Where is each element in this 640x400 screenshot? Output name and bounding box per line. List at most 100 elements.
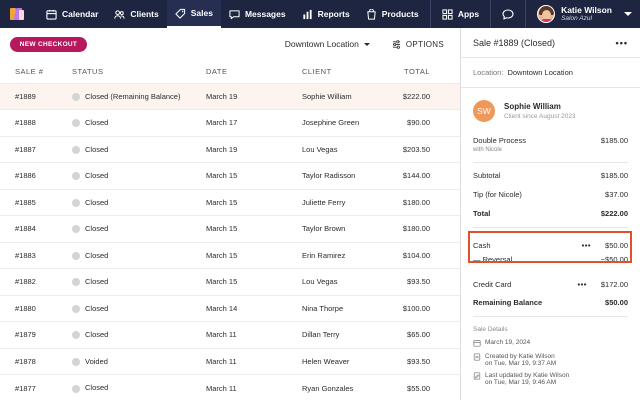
detail-updated-row: Last updated by Katie Wilson on Tue, Mar… [461, 372, 640, 386]
cell-client: Josephine Green [302, 109, 390, 136]
cell-sale: #1882 [0, 268, 72, 295]
cell-client: Lou Vegas [302, 135, 390, 163]
cell-status: Closed [72, 162, 206, 189]
cell-sale: #1877 [0, 374, 72, 400]
cell-sale: #1883 [0, 241, 72, 269]
location-value: Downtown Location [507, 68, 573, 77]
client-avatar: SW [473, 100, 495, 122]
table-row[interactable]: #1879 Closed March 11 Dillan Terry $65.0… [0, 321, 460, 348]
table-row[interactable]: #1878 Voided March 11 Helen Weaver $93.5… [0, 347, 460, 375]
cell-date: March 15 [206, 268, 302, 295]
nav-products[interactable]: Products [358, 0, 427, 28]
cell-date: March 11 [206, 321, 302, 348]
cell-total: $93.50 [390, 347, 460, 375]
service-name: Double Process [473, 136, 526, 145]
updated-icon [473, 372, 481, 380]
total-amount: $222.00 [600, 209, 628, 218]
created-on: on Tue, Mar 19, 9:37 AM [485, 360, 557, 367]
logo-icon[interactable] [10, 7, 24, 21]
status-dot-icon [72, 251, 80, 260]
sale-details-title: Sale Details [473, 326, 508, 333]
cell-total: $203.50 [390, 135, 460, 163]
cell-sale: #1887 [0, 135, 72, 163]
cell-total: $144.00 [390, 162, 460, 189]
client-since: Client since August 2023 [504, 113, 576, 120]
status-dot-icon [72, 92, 80, 101]
user-menu[interactable]: Katie Wilson Salon Azul [526, 5, 640, 23]
detail-created-row: Created by Katie Wilson on Tue, Mar 19, … [461, 353, 640, 367]
new-checkout-button[interactable]: NEW CHECKOUT [10, 36, 87, 52]
cell-status: Closed [72, 188, 206, 216]
cell-status: Closed [72, 215, 206, 242]
user-name: Katie Wilson [561, 5, 612, 15]
table-row[interactable]: #1877 Closed March 11 Ryan Gonzales $55.… [0, 374, 460, 400]
status-text: Closed [85, 250, 109, 260]
chat-bubble-icon [502, 8, 514, 20]
status-text: Closed [85, 224, 109, 234]
col-total[interactable]: TOTAL [390, 60, 460, 83]
status-text: Closed [85, 144, 109, 154]
client-card[interactable]: SW Sophie William Client since August 20… [461, 92, 640, 130]
calendar-icon [46, 9, 57, 20]
nav-reports-label: Reports [317, 9, 350, 19]
nav-calendar[interactable]: Calendar [38, 0, 106, 28]
cell-date: March 11 [206, 374, 302, 400]
service-staff: with Nicole [473, 147, 503, 153]
table-row[interactable]: #1885 Closed March 15 Juliette Ferry $18… [0, 188, 460, 216]
cell-status: Closed [72, 241, 206, 269]
card-more-icon[interactable]: ••• [577, 280, 586, 289]
table-row[interactable]: #1887 Closed March 19 Lou Vegas $203.50 [0, 135, 460, 163]
cell-total: $180.00 [390, 215, 460, 242]
col-sale[interactable]: SALE # [0, 60, 72, 83]
status-dot-icon [72, 145, 80, 154]
status-dot-icon [72, 119, 80, 128]
more-options-icon[interactable]: ••• [616, 38, 628, 48]
cell-date: March 11 [206, 347, 302, 375]
cell-status: Closed [72, 374, 206, 400]
remaining-label: Remaining Balance [473, 298, 543, 307]
table-row[interactable]: #1888 Closed March 17 Josephine Green $9… [0, 109, 460, 136]
nav-sales[interactable]: Sales [166, 0, 221, 28]
table-header-row: SALE # STATUS DATE CLIENT TOTAL [0, 60, 460, 83]
created-icon [473, 353, 481, 361]
cell-sale: #1888 [0, 109, 72, 136]
status-text: Closed [85, 277, 109, 287]
cell-sale: #1885 [0, 188, 72, 216]
col-date[interactable]: DATE [206, 60, 302, 83]
status-text: Closed [85, 197, 109, 207]
avatar [537, 5, 556, 23]
nav-products-label: Products [381, 9, 419, 19]
divider [473, 316, 628, 317]
chat-button[interactable] [491, 8, 525, 20]
options-button[interactable]: OPTIONS [392, 40, 444, 49]
table-row[interactable]: #1884 Closed March 15 Taylor Brown $180.… [0, 215, 460, 242]
apps-button[interactable]: Apps [431, 8, 490, 20]
cell-sale: #1886 [0, 162, 72, 189]
panel-header: Sale #1889 (Closed) ••• [461, 28, 640, 58]
cell-status: Closed [72, 321, 206, 348]
col-status[interactable]: STATUS [72, 60, 206, 83]
table-row[interactable]: #1882 Closed March 15 Lou Vegas $93.50 [0, 268, 460, 295]
status-text: Closed [85, 303, 109, 313]
nav-clients-label: Clients [130, 9, 159, 19]
messages-icon [229, 9, 240, 19]
cell-client: Juliette Ferry [302, 188, 390, 216]
card-amount: $172.00 [600, 280, 628, 289]
nav-reports[interactable]: Reports [294, 0, 358, 28]
cell-total: $93.50 [390, 268, 460, 295]
table-row[interactable]: #1880 Closed March 14 Nina Thorpe $100.0… [0, 294, 460, 322]
chevron-down-icon [624, 12, 632, 16]
table-row[interactable]: #1883 Closed March 15 Erin Ramirez $104.… [0, 241, 460, 269]
panel-title: Sale #1889 (Closed) [473, 37, 556, 48]
location-select[interactable]: Downtown Location [285, 39, 370, 49]
table-row[interactable]: #1886 Closed March 15 Taylor Radisson $1… [0, 162, 460, 189]
nav-clients[interactable]: Clients [106, 0, 166, 28]
status-text: Closed [85, 383, 109, 393]
location-label: Location: [473, 68, 504, 77]
status-dot-icon [72, 278, 80, 287]
table-row[interactable]: #1889 Closed (Remaining Balance) March 1… [0, 82, 460, 110]
col-client[interactable]: CLIENT [302, 60, 390, 83]
user-location: Salon Azul [561, 15, 592, 22]
status-dot-icon [72, 225, 80, 234]
nav-messages[interactable]: Messages [221, 0, 294, 28]
